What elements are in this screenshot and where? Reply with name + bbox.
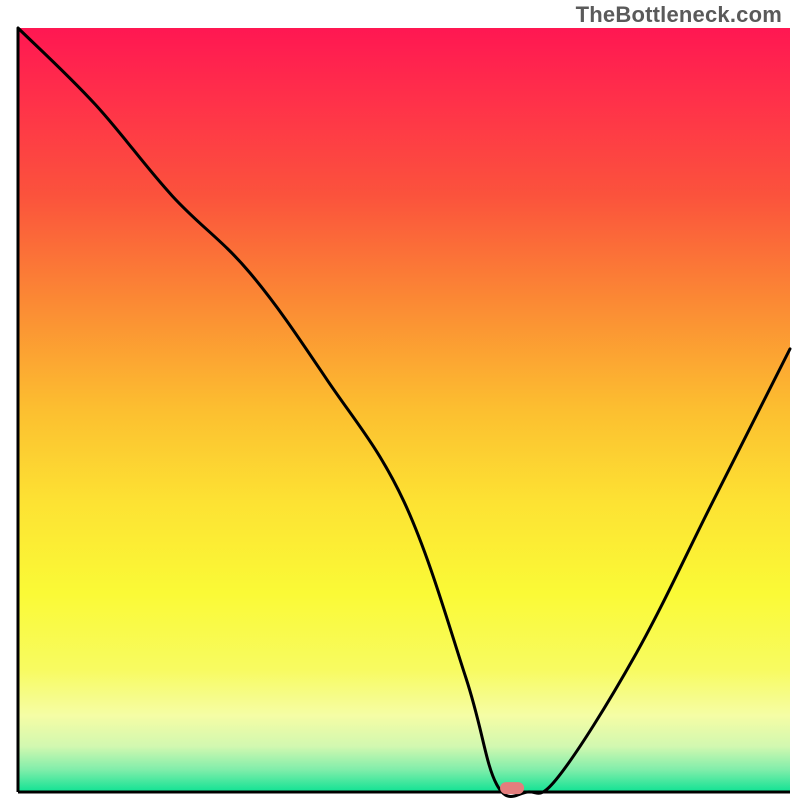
bottleneck-chart bbox=[0, 0, 800, 800]
chart-container: TheBottleneck.com bbox=[0, 0, 800, 800]
optimal-marker bbox=[500, 782, 524, 794]
watermark-text: TheBottleneck.com bbox=[576, 2, 782, 28]
plot-background bbox=[18, 28, 790, 792]
